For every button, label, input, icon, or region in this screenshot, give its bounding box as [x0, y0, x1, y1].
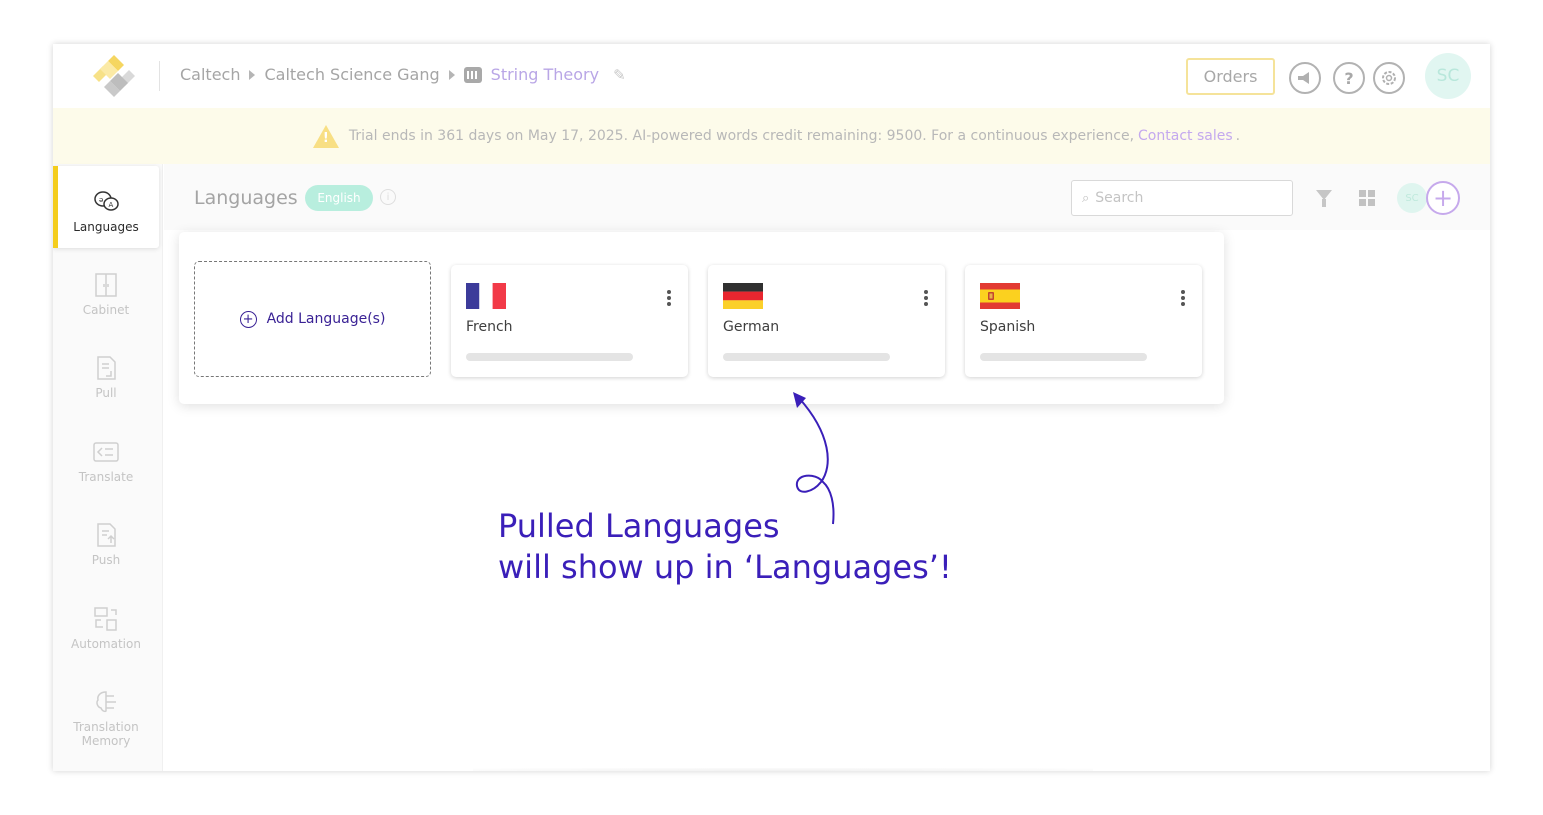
breadcrumb-caret-icon	[448, 69, 455, 80]
search-box: ⌕	[1071, 180, 1293, 216]
svg-text:ə: ə	[99, 196, 103, 204]
search-input[interactable]	[1095, 190, 1266, 206]
sidebar-item-label: Automation	[71, 637, 141, 651]
more-options-icon[interactable]	[1181, 290, 1185, 306]
gear-icon[interactable]	[1373, 62, 1405, 94]
pull-icon	[97, 356, 116, 380]
app-logo-icon[interactable]	[91, 53, 137, 99]
more-options-icon[interactable]	[924, 290, 928, 306]
breadcrumb: Caltech Caltech Science Gang String Theo…	[180, 65, 626, 84]
project-icon	[463, 66, 482, 83]
breadcrumb-project[interactable]: String Theory	[491, 65, 599, 84]
flag-germany-icon	[723, 283, 763, 309]
grid-view-icon[interactable]	[1359, 190, 1375, 206]
sidebar-item-label: Push	[91, 553, 121, 567]
app-window: Caltech Caltech Science Gang String Theo…	[53, 44, 1490, 771]
automation-icon	[94, 607, 117, 631]
annotation-line-1: Pulled Languages	[498, 507, 780, 545]
help-icon[interactable]: ?	[1333, 62, 1365, 94]
translation-progress-bar	[723, 353, 890, 361]
pencil-icon[interactable]: ✎	[613, 66, 626, 84]
trial-banner: ! Trial ends in 361 days on May 17, 2025…	[53, 108, 1490, 164]
sidebar-item-cabinet[interactable]: Cabinet	[53, 249, 159, 331]
breadcrumb-team[interactable]: Caltech Science Gang	[264, 65, 439, 84]
sidebar-item-label: Pull	[95, 386, 117, 400]
trial-suffix: .	[1235, 128, 1241, 144]
search-icon: ⌕	[1082, 190, 1090, 206]
sidebar-item-label: Languages	[73, 220, 139, 234]
sidebar: A ə Languages Cabinet Pull Translate Pus…	[53, 164, 163, 771]
language-name: Spanish	[980, 319, 1036, 335]
plus-circle-icon: +	[239, 310, 257, 328]
languages-icon: A ə	[94, 191, 119, 211]
annotation-text: Pulled Languages will show up in ‘Langua…	[498, 506, 952, 588]
svg-text:A: A	[109, 201, 114, 209]
language-name: French	[466, 319, 513, 335]
header-divider	[159, 61, 160, 91]
bottom-shadow	[473, 768, 1093, 771]
translation-progress-bar	[466, 353, 633, 361]
announcement-icon[interactable]	[1289, 62, 1321, 94]
push-icon	[97, 523, 116, 547]
sidebar-item-translation-memory[interactable]: Translation Memory	[53, 666, 159, 748]
sidebar-item-label: Translation Memory	[73, 720, 139, 748]
member-avatar[interactable]: SC	[1397, 183, 1427, 213]
warning-icon: !	[312, 124, 339, 148]
info-icon[interactable]: i	[380, 189, 396, 205]
language-card-german[interactable]: German	[708, 265, 945, 377]
page-title: Languages	[194, 187, 298, 209]
add-language-label: Add Language(s)	[266, 311, 386, 327]
sidebar-item-translate[interactable]: Translate	[53, 416, 159, 498]
add-member-button[interactable]: +	[1426, 181, 1460, 215]
flag-france-icon	[466, 283, 506, 309]
flag-spain-icon	[980, 283, 1020, 309]
breadcrumb-org[interactable]: Caltech	[180, 65, 240, 84]
sidebar-item-languages[interactable]: A ə Languages	[53, 166, 159, 248]
trial-message: Trial ends in 361 days on May 17, 2025. …	[348, 128, 1135, 144]
sidebar-item-pull[interactable]: Pull	[53, 332, 159, 414]
contact-sales-link[interactable]: Contact sales	[1138, 128, 1233, 144]
annotation-line-2: will show up in ‘Languages’!	[498, 548, 952, 586]
language-card-french[interactable]: French	[451, 265, 688, 377]
sidebar-item-automation[interactable]: Automation	[53, 583, 159, 665]
translation-memory-icon	[96, 691, 116, 713]
breadcrumb-caret-icon	[249, 69, 256, 80]
language-name: German	[723, 319, 780, 335]
add-language-button[interactable]: + Add Language(s)	[194, 261, 431, 377]
source-language-badge: English	[305, 185, 373, 211]
sidebar-item-label: Cabinet	[82, 303, 130, 317]
top-header: Caltech Caltech Science Gang String Theo…	[53, 44, 1490, 108]
translate-icon	[93, 442, 119, 462]
filter-icon[interactable]	[1316, 190, 1332, 207]
languages-panel: + Add Language(s) French German Spanish	[179, 232, 1224, 404]
translation-progress-bar	[980, 353, 1147, 361]
orders-button[interactable]: Orders	[1186, 58, 1275, 95]
sidebar-item-push[interactable]: Push	[53, 499, 159, 581]
sidebar-item-label: Translate	[78, 470, 134, 484]
user-avatar[interactable]: SC	[1425, 53, 1471, 99]
cabinet-icon	[95, 273, 117, 297]
language-card-spanish[interactable]: Spanish	[965, 265, 1202, 377]
more-options-icon[interactable]	[667, 290, 671, 306]
